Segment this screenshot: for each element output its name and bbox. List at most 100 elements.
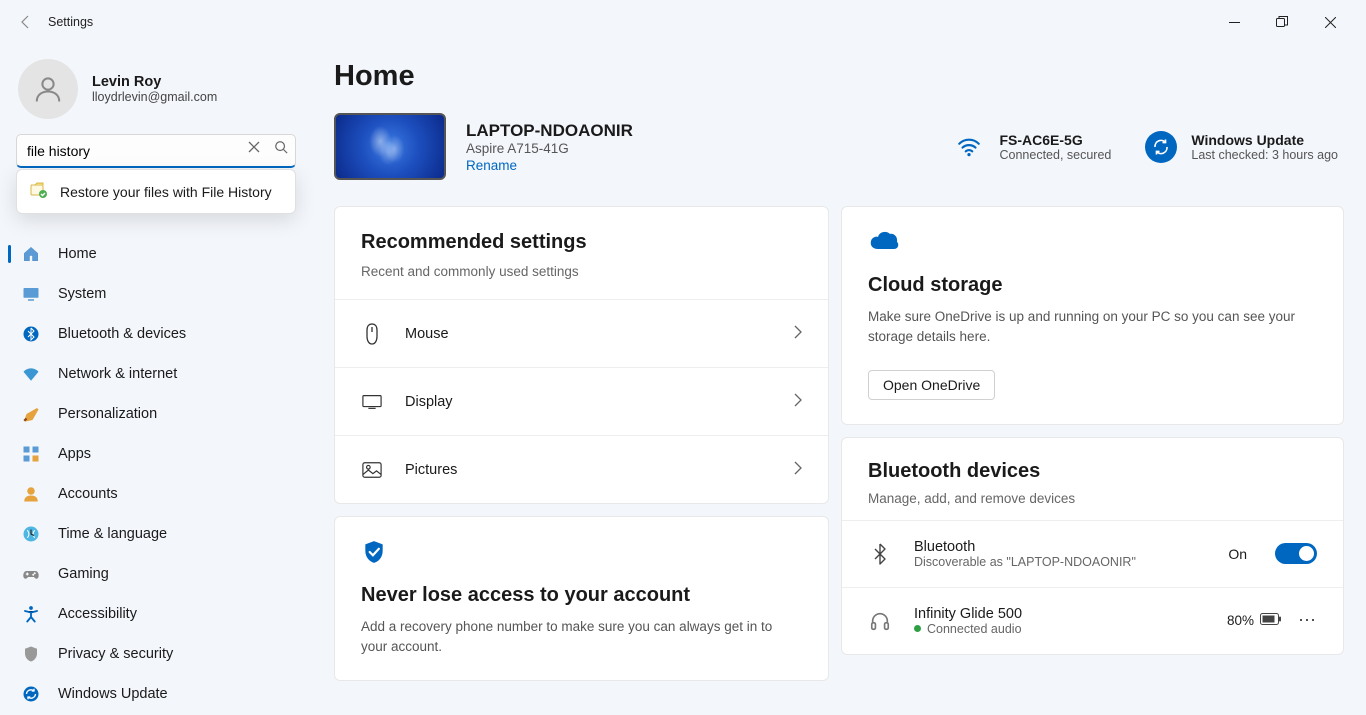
battery-icon bbox=[1260, 613, 1282, 628]
recommended-item[interactable]: Display bbox=[335, 367, 828, 435]
wifi-sub: Connected, secured bbox=[999, 148, 1111, 162]
sidebar-item-system[interactable]: System bbox=[8, 274, 304, 314]
wifi-status[interactable]: FS-AC6E-5G Connected, secured bbox=[953, 131, 1111, 163]
minimize-button[interactable] bbox=[1220, 8, 1248, 36]
wifi-icon bbox=[953, 131, 985, 163]
minimize-icon bbox=[1229, 17, 1240, 28]
search-result-item[interactable]: Restore your files with File History bbox=[20, 173, 292, 210]
personalization-icon bbox=[22, 405, 40, 423]
sidebar-item-label: Gaming bbox=[58, 566, 109, 582]
sidebar-item-gaming[interactable]: Gaming bbox=[8, 554, 304, 594]
accounts-icon bbox=[22, 485, 40, 503]
recommended-card: Recommended settings Recent and commonly… bbox=[334, 206, 829, 504]
apps-icon bbox=[22, 445, 40, 463]
recommended-sub: Recent and commonly used settings bbox=[361, 264, 802, 279]
update-status[interactable]: Windows Update Last checked: 3 hours ago bbox=[1145, 131, 1338, 163]
maximize-button[interactable] bbox=[1268, 8, 1296, 36]
rec-item-label: Display bbox=[405, 394, 772, 410]
device-model: Aspire A715-41G bbox=[466, 141, 633, 156]
cloud-text: Make sure OneDrive is up and running on … bbox=[868, 307, 1317, 348]
sidebar-item-label: Network & internet bbox=[58, 366, 177, 382]
sidebar-item-privacy[interactable]: Privacy & security bbox=[8, 634, 304, 674]
sidebar-item-personalization[interactable]: Personalization bbox=[8, 394, 304, 434]
sidebar-item-label: Accounts bbox=[58, 486, 118, 502]
bt-device-name: Infinity Glide 500 bbox=[914, 606, 1205, 622]
page-title: Home bbox=[334, 60, 1344, 93]
time-icon bbox=[22, 525, 40, 543]
sidebar-item-network[interactable]: Network & internet bbox=[8, 354, 304, 394]
rec-item-icon bbox=[361, 323, 383, 345]
home-icon bbox=[22, 245, 40, 263]
rename-link[interactable]: Rename bbox=[466, 158, 633, 173]
recommended-title: Recommended settings bbox=[361, 231, 802, 254]
search-result-label: Restore your files with File History bbox=[60, 184, 272, 200]
sidebar-item-label: System bbox=[58, 286, 106, 302]
sidebar-item-bluetooth[interactable]: Bluetooth & devices bbox=[8, 314, 304, 354]
bluetooth-title: Bluetooth devices bbox=[868, 460, 1317, 483]
bluetooth-icon bbox=[22, 325, 40, 343]
accessibility-icon bbox=[22, 605, 40, 623]
chevron-right-icon bbox=[794, 461, 802, 478]
sidebar-item-label: Accessibility bbox=[58, 606, 137, 622]
update-sub: Last checked: 3 hours ago bbox=[1191, 148, 1338, 162]
sidebar-item-update[interactable]: Windows Update bbox=[8, 674, 304, 714]
headphones-icon bbox=[868, 610, 892, 632]
rec-item-label: Mouse bbox=[405, 326, 772, 342]
bt-device-status: Connected audio bbox=[927, 622, 1022, 636]
recommended-item[interactable]: Mouse bbox=[335, 299, 828, 367]
gaming-icon bbox=[22, 565, 40, 583]
recommended-item[interactable]: Pictures bbox=[335, 435, 828, 503]
status-dot-icon bbox=[914, 625, 921, 632]
system-icon bbox=[22, 285, 40, 303]
sidebar-item-apps[interactable]: Apps bbox=[8, 434, 304, 474]
privacy-icon bbox=[22, 645, 40, 663]
sidebar-item-accounts[interactable]: Accounts bbox=[8, 474, 304, 514]
profile-header[interactable]: Levin Roy lloydrlevin@gmail.com bbox=[0, 52, 312, 126]
account-card-title: Never lose access to your account bbox=[361, 584, 802, 607]
chevron-right-icon bbox=[794, 393, 802, 410]
rec-item-icon bbox=[361, 461, 383, 479]
sidebar-item-label: Home bbox=[58, 246, 97, 262]
sidebar-item-label: Bluetooth & devices bbox=[58, 326, 186, 342]
toggle-on-label: On bbox=[1228, 546, 1247, 562]
sidebar-item-time[interactable]: Time & language bbox=[8, 514, 304, 554]
cloud-title: Cloud storage bbox=[868, 274, 1317, 297]
device-thumbnail[interactable] bbox=[334, 113, 446, 180]
sidebar-item-label: Personalization bbox=[58, 406, 157, 422]
back-button[interactable] bbox=[8, 4, 44, 40]
window-title: Settings bbox=[44, 15, 93, 29]
bluetooth-toggle-row[interactable]: Bluetooth Discoverable as "LAPTOP-NDOAON… bbox=[842, 520, 1343, 587]
shield-icon bbox=[361, 539, 802, 568]
device-name: LAPTOP-NDOAONIR bbox=[466, 121, 633, 141]
close-button[interactable] bbox=[1316, 8, 1344, 36]
bluetooth-toggle-title: Bluetooth bbox=[914, 539, 1206, 555]
more-icon[interactable]: ⋯ bbox=[1288, 610, 1317, 631]
bt-device-battery: 80% bbox=[1227, 613, 1254, 628]
sidebar-item-accessibility[interactable]: Accessibility bbox=[8, 594, 304, 634]
bluetooth-sub: Manage, add, and remove devices bbox=[868, 491, 1317, 506]
rec-item-label: Pictures bbox=[405, 462, 772, 478]
sidebar-item-home[interactable]: Home bbox=[8, 234, 304, 274]
cloud-icon bbox=[868, 229, 1317, 254]
bluetooth-devices-card: Bluetooth devices Manage, add, and remov… bbox=[841, 437, 1344, 655]
sidebar-item-label: Time & language bbox=[58, 526, 167, 542]
update-icon bbox=[22, 685, 40, 703]
bluetooth-device-row[interactable]: Infinity Glide 500 Connected audio 80% ⋯ bbox=[842, 587, 1343, 654]
bluetooth-toggle[interactable] bbox=[1275, 543, 1317, 564]
bluetooth-icon bbox=[868, 543, 892, 565]
clear-icon[interactable] bbox=[248, 140, 260, 157]
update-icon bbox=[1145, 131, 1177, 163]
account-recovery-card: Never lose access to your account Add a … bbox=[334, 516, 829, 681]
person-icon bbox=[33, 74, 63, 104]
open-onedrive-button[interactable]: Open OneDrive bbox=[868, 370, 995, 400]
bluetooth-toggle-sub: Discoverable as "LAPTOP-NDOAONIR" bbox=[914, 555, 1206, 569]
search-icon[interactable] bbox=[274, 140, 288, 157]
file-history-icon bbox=[30, 181, 48, 202]
search-dropdown: Restore your files with File History bbox=[16, 169, 296, 214]
sidebar-item-label: Apps bbox=[58, 446, 91, 462]
wifi-label: FS-AC6E-5G bbox=[999, 132, 1111, 148]
close-icon bbox=[1325, 17, 1336, 28]
avatar bbox=[18, 59, 78, 119]
sidebar-item-label: Windows Update bbox=[58, 686, 168, 702]
rec-item-icon bbox=[361, 394, 383, 410]
